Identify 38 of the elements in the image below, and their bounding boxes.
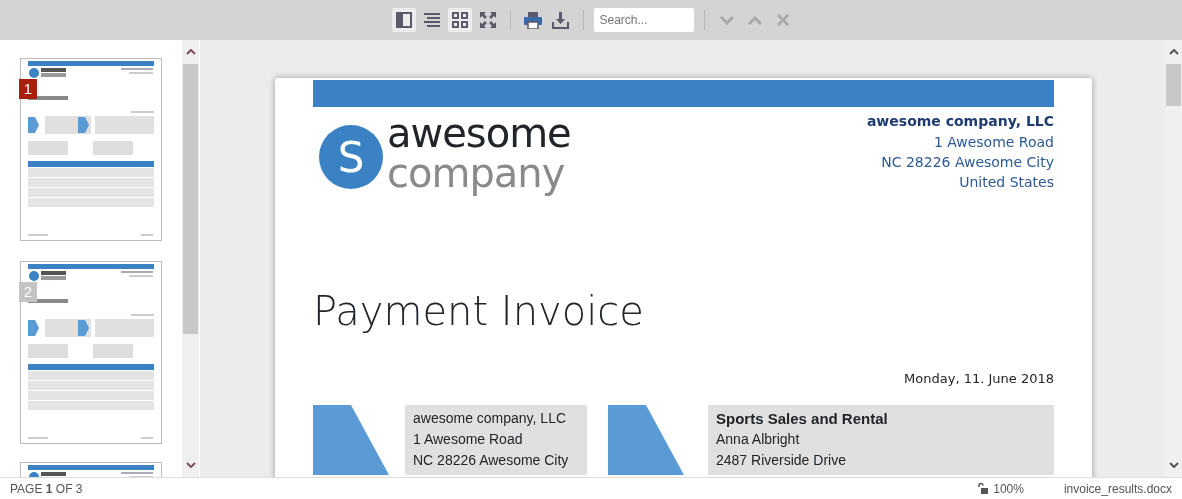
scroll-up-icon[interactable] (1168, 49, 1179, 55)
file-name: invoice_results.docx (1063, 480, 1172, 498)
chevron-up-icon (747, 15, 762, 25)
logo-circle: S (319, 125, 383, 189)
page-number: 1 (19, 79, 37, 99)
company-address: United States (958, 173, 1054, 192)
fullscreen-icon (479, 12, 496, 28)
zoom-level: 100% (993, 480, 1024, 498)
page-number: 2 (19, 282, 37, 302)
sidebar-panel-button[interactable] (391, 8, 416, 32)
recipient-name: Sports Sales and Rental (716, 408, 889, 429)
address-line: Anna Albright (716, 429, 801, 449)
chevron-down-icon (719, 15, 734, 25)
address-line: NC 28226 Awesome City (413, 450, 570, 470)
company-address: NC 28226 Awesome City (880, 153, 1054, 172)
lines-icon (423, 12, 440, 28)
page-indicator: PAGE 1 OF 3 (10, 480, 83, 498)
download-icon (552, 11, 569, 29)
scrollbar-thumb[interactable] (183, 64, 198, 334)
scrollbar-thumb[interactable] (1166, 64, 1181, 106)
scroll-down-icon[interactable] (185, 462, 196, 468)
company-address: 1 Awesome Road (932, 133, 1054, 152)
printer-icon (523, 11, 542, 29)
padlock-icon (978, 483, 989, 494)
grid-icon (451, 12, 468, 28)
invoice-date: Monday, 11. June 2018 (903, 370, 1054, 388)
sidebar-panel-icon (394, 11, 413, 29)
scroll-up-icon[interactable] (185, 49, 196, 55)
invoice-title: Payment Invoice (313, 287, 645, 336)
grid-button[interactable] (447, 8, 472, 32)
scroll-down-icon[interactable] (1168, 462, 1179, 468)
company-name: awesome company, LLC (866, 112, 1054, 131)
close-icon (776, 14, 789, 26)
address-line: 2487 Riverside Drive (716, 450, 847, 470)
logo-text: awesome (387, 113, 571, 153)
address-line: awesome company, LLC (413, 408, 568, 428)
address-line: 1 Awesome Road (413, 429, 524, 449)
search-field[interactable]: Search... (593, 8, 694, 32)
